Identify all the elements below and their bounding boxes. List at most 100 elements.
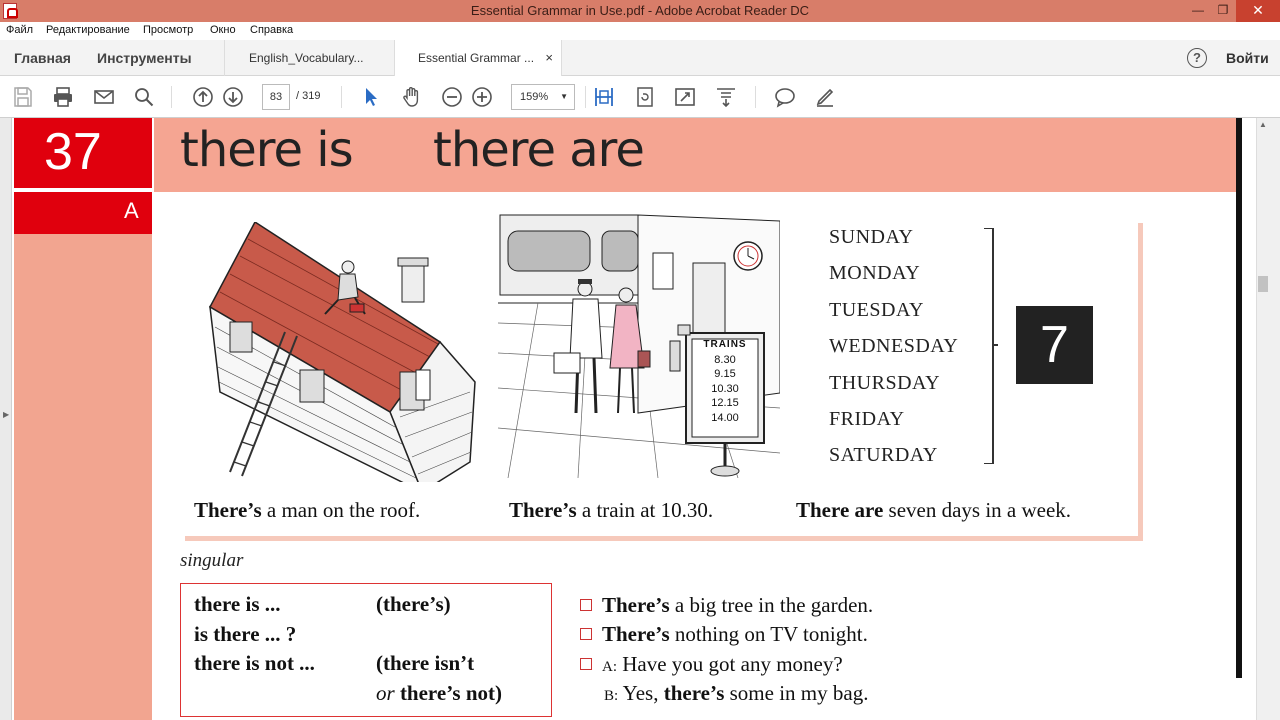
- close-window-button[interactable]: ✕: [1236, 0, 1280, 22]
- day-item: SUNDAY: [829, 226, 914, 248]
- page-total: / 319: [296, 90, 321, 102]
- example-speaker: A:: [602, 659, 617, 675]
- hand-icon[interactable]: [400, 85, 424, 109]
- grammar-short: there’s not): [399, 681, 502, 705]
- expand-arrow-icon: ▶: [3, 410, 10, 419]
- page-up-icon[interactable]: [191, 85, 215, 109]
- page-number-input[interactable]: 83: [262, 84, 290, 110]
- left-pane-toggle[interactable]: ▶: [0, 118, 12, 720]
- menu-help[interactable]: Справка: [250, 24, 293, 36]
- bullet-square-icon: [580, 658, 592, 670]
- example-bold: There’s: [602, 593, 670, 617]
- singular-subheading: singular: [180, 550, 244, 571]
- tab-tools[interactable]: Инструменты: [97, 50, 192, 66]
- days-count-box: 7: [1016, 306, 1093, 384]
- margin-strip: [14, 234, 152, 720]
- timetable-title: TRAINS: [703, 339, 747, 350]
- menu-file[interactable]: Файл: [6, 24, 33, 36]
- print-icon[interactable]: [51, 85, 75, 109]
- fullscreen-icon[interactable]: [673, 85, 697, 109]
- tab-document-grammar[interactable]: Essential Grammar ... ×: [394, 40, 562, 77]
- minimize-button[interactable]: —: [1186, 0, 1210, 22]
- zoom-out-icon[interactable]: [440, 85, 464, 109]
- close-tab-icon[interactable]: ×: [545, 50, 553, 65]
- caption-train: There’s a train at 10.30.: [509, 498, 713, 523]
- example-text: some in my bag.: [724, 681, 869, 705]
- example-line: A: Have you got any money?: [580, 652, 843, 677]
- unit-number-box: 37: [14, 118, 152, 188]
- rotate-icon[interactable]: [633, 85, 657, 109]
- comment-icon[interactable]: [773, 85, 797, 109]
- house-roof-illustration: [209, 222, 476, 482]
- caption-text: seven days in a week.: [883, 498, 1072, 522]
- vertical-scrollbar[interactable]: ▲: [1256, 118, 1280, 720]
- highlight-icon[interactable]: [813, 85, 837, 109]
- select-arrow-icon[interactable]: [359, 85, 383, 109]
- toolbar-separator: [171, 86, 172, 108]
- toolbar-separator: [341, 86, 342, 108]
- sign-in-link[interactable]: Войти: [1226, 50, 1269, 66]
- zoom-value: 159%: [520, 91, 549, 103]
- tab-document-vocabulary[interactable]: English_Vocabulary...: [224, 40, 394, 76]
- timetable-time: 8.30: [714, 353, 736, 366]
- example-line: B: Yes, there’s some in my bag.: [604, 681, 868, 706]
- read-mode-icon[interactable]: [714, 85, 738, 109]
- toolbar-separator: [585, 86, 586, 108]
- heading-there-is: there is: [180, 122, 354, 178]
- window-title: Essential Grammar in Use.pdf - Adobe Acr…: [470, 3, 810, 18]
- menu-view[interactable]: Просмотр: [143, 24, 193, 36]
- days-list: SUNDAY MONDAY TUESDAY WEDNESDAY THURSDAY…: [829, 226, 958, 481]
- grammar-short-alt: or there’s not): [376, 681, 502, 706]
- day-item: THURSDAY: [829, 371, 941, 394]
- timetable-time: 12.15: [711, 397, 739, 409]
- scroll-up-icon[interactable]: ▲: [1259, 120, 1267, 129]
- heading-there-are: there are: [433, 122, 645, 178]
- search-icon[interactable]: [132, 85, 156, 109]
- day-item: WEDNESDAY: [829, 335, 959, 358]
- section-box: A: [14, 192, 152, 234]
- section-letter: A: [124, 198, 139, 223]
- zoom-in-icon[interactable]: [470, 85, 494, 109]
- bullet-square-icon: [580, 599, 592, 611]
- day-item: SATURDAY: [829, 444, 938, 467]
- example-bold: There’s: [602, 622, 670, 646]
- caption-roof: There’s a man on the roof.: [194, 498, 420, 523]
- example-speaker: B:: [604, 688, 619, 704]
- toolbar-separator: [755, 86, 756, 108]
- menu-bar: Файл Редактирование Просмотр Окно Справк…: [0, 22, 1280, 40]
- fit-page-icon[interactable]: [592, 85, 616, 109]
- example-line: There’s a big tree in the garden.: [580, 593, 873, 618]
- caption-bold: There are: [796, 498, 884, 522]
- save-icon[interactable]: [11, 85, 35, 109]
- pdf-page: 37 A there is there are TRAINS 8.30 9.15…: [12, 118, 1236, 720]
- example-text: a big tree in the garden.: [669, 593, 874, 617]
- menu-window[interactable]: Окно: [210, 24, 236, 36]
- tab-bar: Главная Инструменты English_Vocabulary..…: [0, 40, 1280, 77]
- timetable-time: 14.00: [711, 411, 739, 424]
- example-text: Yes,: [618, 681, 664, 705]
- caption-text: a train at 10.30.: [576, 498, 714, 522]
- heading-band: there is there are: [154, 118, 1236, 192]
- maximize-button[interactable]: ❐: [1210, 0, 1236, 22]
- page-down-icon[interactable]: [221, 85, 245, 109]
- train-timetable-board: TRAINS 8.30 9.15 10.30 12.15 14.00: [692, 338, 758, 425]
- unit-number: 37: [44, 123, 102, 181]
- title-bar: Essential Grammar in Use.pdf - Adobe Acr…: [0, 0, 1280, 22]
- menu-edit[interactable]: Редактирование: [46, 24, 130, 36]
- zoom-select[interactable]: 159% ▼: [511, 84, 575, 110]
- help-icon[interactable]: ?: [1187, 48, 1207, 68]
- days-bracket: [984, 228, 994, 464]
- grammar-form: is there ... ?: [194, 622, 297, 646]
- scrollbar-thumb[interactable]: [1258, 276, 1268, 292]
- caption-bold: There’s: [194, 498, 262, 522]
- tab-label: English_Vocabulary...: [249, 51, 364, 65]
- caption-week: There are seven days in a week.: [796, 498, 1071, 523]
- timetable-time: 9.15: [714, 368, 736, 380]
- grammar-form: there is ...: [194, 592, 281, 616]
- tab-home[interactable]: Главная: [14, 50, 71, 66]
- document-area: ▶ 37 A there is there are TRAINS 8.30 9.…: [0, 118, 1280, 720]
- email-icon[interactable]: [92, 85, 116, 109]
- example-text: nothing on TV tonight.: [669, 622, 868, 646]
- example-text: Have you got any money?: [617, 652, 843, 676]
- day-item: MONDAY: [829, 262, 921, 285]
